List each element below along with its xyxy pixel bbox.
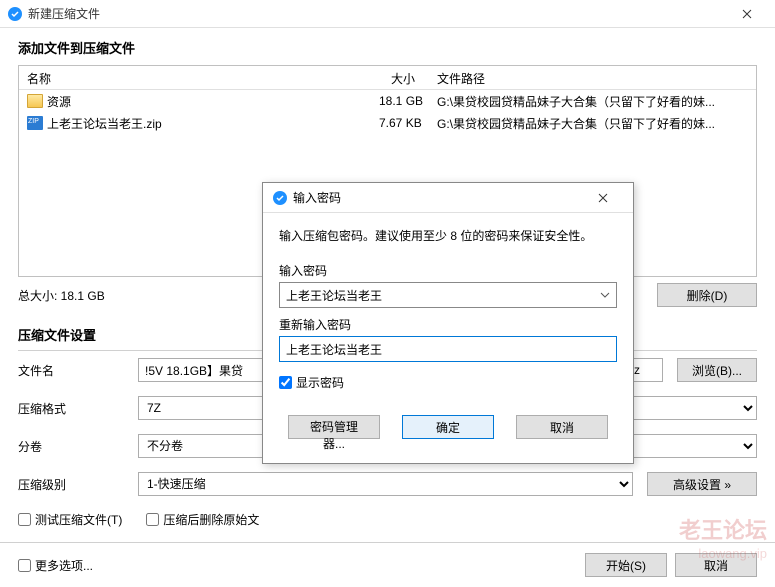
file-size: 7.67 KB <box>371 114 423 132</box>
main-window: 新建压缩文件 添加文件到压缩文件 名称 大小 文件路径 资源 18.1 GB G… <box>0 0 775 583</box>
table-row[interactable]: 资源 18.1 GB G:\果贷校园贷精品妹子大合集（只留下了好看的妹... <box>19 90 756 112</box>
more-options-checkbox[interactable]: 更多选项... <box>18 557 93 574</box>
dialog-close-button[interactable] <box>583 188 623 208</box>
col-header-size[interactable]: 大小 <box>371 66 423 89</box>
title-bar: 新建压缩文件 <box>0 0 775 28</box>
table-row[interactable]: 上老王论坛当老王.zip 7.67 KB G:\果贷校园贷精品妹子大合集（只留下… <box>19 112 756 134</box>
enter-password-label: 输入密码 <box>279 262 617 279</box>
file-size: 18.1 GB <box>371 92 423 110</box>
app-icon <box>273 191 287 205</box>
ok-button[interactable]: 确定 <box>402 415 494 439</box>
window-close-button[interactable] <box>727 4 767 24</box>
folder-icon <box>27 94 43 108</box>
table-header: 名称 大小 文件路径 <box>19 66 756 90</box>
file-name: 上老王论坛当老王.zip <box>47 117 162 131</box>
file-path: G:\果贷校园贷精品妹子大合集（只留下了好看的妹... <box>423 91 756 112</box>
password-manager-button[interactable]: 密码管理器... <box>288 415 380 439</box>
chevron-down-icon <box>600 292 610 298</box>
total-size-label: 总大小: 18.1 GB <box>18 287 105 304</box>
file-name: 资源 <box>47 95 71 109</box>
add-files-heading: 添加文件到压缩文件 <box>0 28 775 65</box>
window-title: 新建压缩文件 <box>28 5 100 22</box>
close-icon <box>598 193 608 203</box>
password-dialog: 输入密码 输入压缩包密码。建议使用至少 8 位的密码来保证安全性。 输入密码 上… <box>262 182 634 464</box>
dialog-cancel-button[interactable]: 取消 <box>516 415 608 439</box>
start-button[interactable]: 开始(S) <box>585 553 667 577</box>
level-label: 压缩级别 <box>18 476 138 493</box>
volume-label: 分卷 <box>18 438 138 455</box>
cancel-button[interactable]: 取消 <box>675 553 757 577</box>
browse-button[interactable]: 浏览(B)... <box>677 358 757 382</box>
col-header-name[interactable]: 名称 <box>19 66 371 89</box>
show-password-checkbox[interactable]: 显示密码 <box>279 374 617 391</box>
delete-button[interactable]: 删除(D) <box>657 283 757 307</box>
advanced-settings-button[interactable]: 高级设置 » <box>647 472 757 496</box>
col-header-path[interactable]: 文件路径 <box>423 66 756 89</box>
file-path: G:\果贷校园贷精品妹子大合集（只留下了好看的妹... <box>423 113 756 134</box>
format-label: 压缩格式 <box>18 400 138 417</box>
test-archive-checkbox[interactable]: 测试压缩文件(T) <box>18 511 122 528</box>
password-combo[interactable]: 上老王论坛当老王 <box>279 282 617 308</box>
password-hint: 输入压缩包密码。建议使用至少 8 位的密码来保证安全性。 <box>279 227 617 244</box>
reenter-password-label: 重新输入密码 <box>279 316 617 333</box>
level-select[interactable]: 1-快速压缩 <box>138 472 633 496</box>
zip-icon <box>27 116 43 130</box>
reenter-password-input[interactable] <box>279 336 617 362</box>
filename-label: 文件名 <box>18 362 138 379</box>
dialog-title: 输入密码 <box>293 189 341 206</box>
app-icon <box>8 7 22 21</box>
close-icon <box>742 9 752 19</box>
delete-source-checkbox[interactable]: 压缩后删除原始文 <box>146 511 259 528</box>
